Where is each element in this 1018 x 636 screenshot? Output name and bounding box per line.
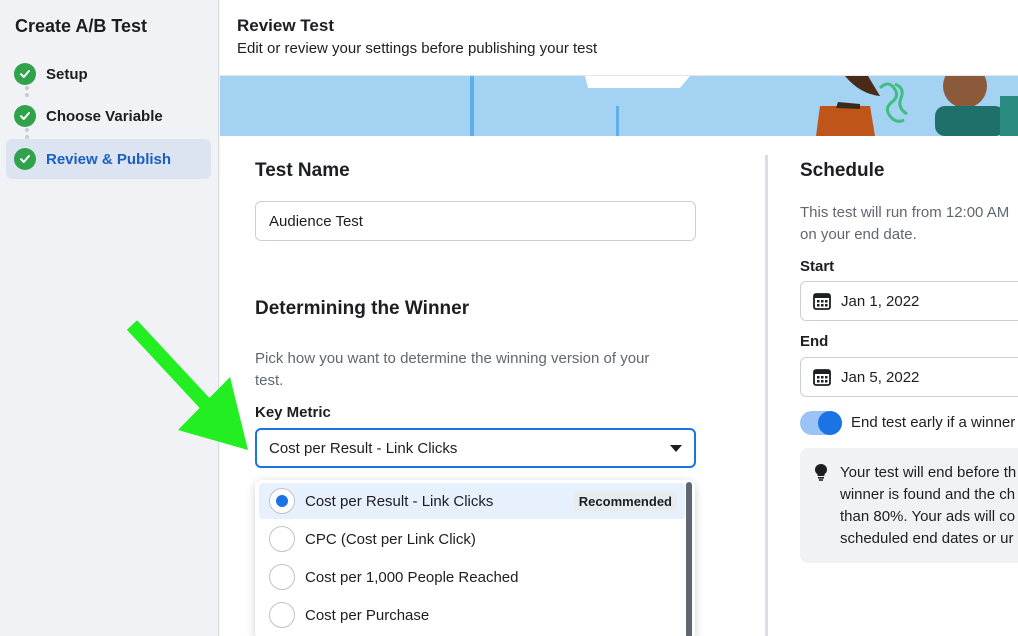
step-choose-variable[interactable]: Choose Variable	[6, 96, 211, 136]
key-metric-select[interactable]: Cost per Result - Link Clicks	[255, 428, 696, 468]
step-label: Setup	[46, 65, 88, 83]
info-line: than 80%. Your ads will co	[840, 508, 1016, 525]
radio-icon	[269, 526, 295, 552]
check-circle-icon	[14, 148, 36, 170]
info-line: scheduled end dates or ur	[840, 530, 1014, 547]
metric-option-cpc[interactable]: CPC (Cost per Link Click)	[259, 521, 685, 557]
test-name-input[interactable]: Audience Test	[255, 201, 696, 241]
column-divider	[765, 155, 768, 636]
determining-winner-heading: Determining the Winner	[255, 298, 470, 319]
start-date-value: Jan 1, 2022	[841, 292, 920, 310]
schedule-description-line: on your end date.	[800, 226, 917, 243]
end-date-field[interactable]: Jan 5, 2022	[800, 357, 1018, 397]
info-text: Your test will end before th winner is f…	[840, 462, 1016, 550]
info-box: Your test will end before th winner is f…	[800, 448, 1018, 563]
schedule-description: This test will run from 12:00 AM on your…	[800, 202, 1009, 246]
info-line: Your test will end before th	[840, 464, 1017, 481]
info-line: winner is found and the ch	[840, 486, 1016, 503]
option-label: Cost per Result - Link Clicks	[305, 492, 494, 510]
radio-icon	[269, 564, 295, 590]
step-review-publish[interactable]: Review & Publish	[6, 139, 211, 179]
check-circle-icon	[14, 63, 36, 85]
recommended-badge: Recommended	[573, 491, 677, 511]
dropdown-scrollbar[interactable]	[686, 482, 692, 636]
check-circle-icon	[14, 105, 36, 127]
end-date-value: Jan 5, 2022	[841, 368, 920, 386]
page-title: Review Test	[237, 16, 335, 35]
step-label: Review & Publish	[46, 150, 172, 168]
schedule-description-line: This test will run from 12:00 AM	[800, 204, 1010, 221]
key-metric-dropdown: Cost per Result - Link Clicks Recommende…	[255, 480, 695, 636]
sidebar-title: Create A/B Test	[15, 16, 148, 36]
metric-option-cost-per-1000-reached[interactable]: Cost per 1,000 People Reached	[259, 559, 685, 595]
caret-down-icon	[670, 444, 682, 452]
schedule-heading: Schedule	[800, 160, 885, 181]
test-name-heading: Test Name	[255, 160, 350, 181]
end-early-toggle[interactable]	[800, 411, 842, 435]
end-early-label: End test early if a winner	[851, 414, 1016, 431]
radio-icon	[269, 602, 295, 628]
key-metric-label: Key Metric	[255, 404, 331, 421]
calendar-icon	[813, 369, 831, 386]
winner-description-line: test.	[255, 372, 284, 389]
key-metric-value: Cost per Result - Link Clicks	[269, 439, 458, 457]
metric-option-cost-per-result[interactable]: Cost per Result - Link Clicks Recommende…	[259, 483, 685, 519]
winner-description: Pick how you want to determine the winni…	[255, 348, 649, 392]
page-subtitle: Edit or review your settings before publ…	[237, 40, 598, 57]
radio-selected-icon	[269, 488, 295, 514]
green-arrow-icon	[126, 320, 248, 450]
end-label: End	[800, 333, 829, 350]
calendar-icon	[813, 293, 831, 310]
winner-description-line: Pick how you want to determine the winni…	[255, 350, 650, 367]
start-date-field[interactable]: Jan 1, 2022	[800, 281, 1018, 321]
option-label: CPC (Cost per Link Click)	[305, 530, 476, 548]
step-label: Choose Variable	[46, 107, 163, 125]
option-label: Cost per Purchase	[305, 606, 430, 624]
lightbulb-icon	[815, 464, 827, 481]
metric-option-cost-per-purchase[interactable]: Cost per Purchase	[259, 597, 685, 633]
start-label: Start	[800, 258, 835, 275]
step-setup[interactable]: Setup	[6, 54, 211, 94]
option-label: Cost per 1,000 People Reached	[305, 568, 519, 586]
